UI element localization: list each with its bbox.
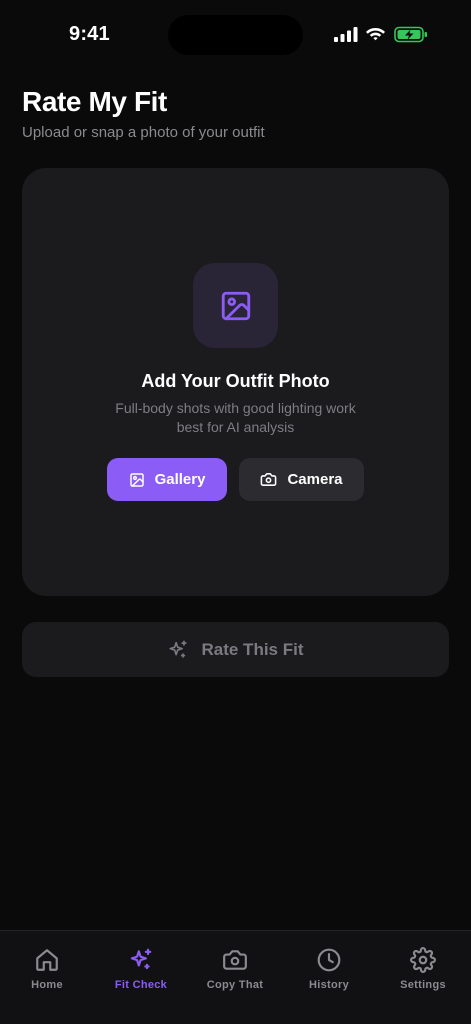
page-subtitle: Upload or snap a photo of your outfit: [22, 124, 265, 141]
gear-icon: [410, 947, 436, 973]
upload-card-title: Add Your Outfit Photo: [141, 371, 330, 391]
camera-icon: [261, 473, 277, 486]
battery-charging-icon: [394, 26, 427, 43]
gallery-button-label: Gallery: [154, 471, 206, 488]
clock-icon: [317, 948, 341, 972]
gallery-button[interactable]: Gallery: [107, 458, 227, 501]
cellular-signal-icon: [334, 27, 358, 42]
tab-home-label: Home: [31, 979, 63, 991]
status-bar: 9:41: [0, 0, 471, 70]
tab-home[interactable]: Home: [0, 947, 94, 997]
camera-button-label: Camera: [287, 471, 343, 488]
tab-history[interactable]: History: [282, 947, 376, 997]
tab-fit-check[interactable]: Fit Check: [94, 947, 188, 997]
tab-bar: Home Fit Check Copy That History Setting…: [0, 930, 471, 1024]
tab-fit-check-label: Fit Check: [114, 979, 168, 991]
status-time: 9:41: [69, 23, 110, 45]
tab-history-label: History: [309, 979, 349, 991]
dynamic-island: [168, 15, 303, 55]
rate-this-fit-button[interactable]: Rate This Fit: [22, 622, 449, 677]
photo-placeholder: [193, 263, 278, 348]
tab-settings-label: Settings: [400, 979, 446, 991]
screen: 9:41 Rate My Fit Upload or snap a photo …: [0, 0, 471, 1024]
tab-copy-that[interactable]: Copy That: [188, 947, 282, 997]
sparkles-icon: [169, 639, 188, 658]
tab-copy-that-label: Copy That: [206, 979, 264, 991]
tab-settings[interactable]: Settings: [376, 947, 470, 997]
upload-photo-card[interactable]: Add Your Outfit Photo Full-body shots wi…: [22, 168, 449, 596]
camera-icon: [223, 950, 247, 970]
page-title: Rate My Fit: [22, 86, 167, 117]
camera-button[interactable]: Camera: [239, 458, 364, 501]
rate-this-fit-label: Rate This Fit: [201, 639, 304, 659]
image-icon: [221, 291, 250, 320]
wifi-icon: [366, 28, 385, 41]
home-icon: [36, 949, 58, 971]
image-icon: [129, 472, 144, 487]
sparkles-icon: [130, 948, 152, 970]
upload-card-description: Full-body shots with good lighting work …: [115, 400, 356, 435]
